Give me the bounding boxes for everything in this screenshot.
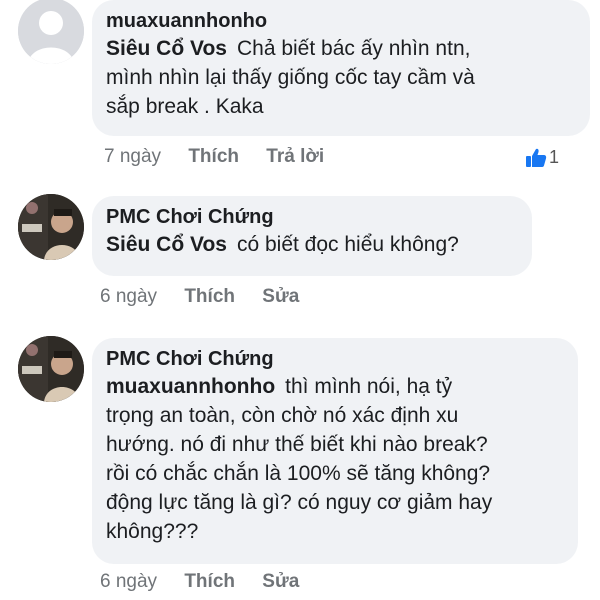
edit-button[interactable]: Sửa — [262, 571, 299, 593]
thumbs-up-icon — [526, 148, 547, 167]
comment-bubble: muaxuannhonho Siêu Cổ Vos Chả biết bác ấy… — [92, 0, 590, 136]
comment-line: mình nhìn lại thấy giống cốc tay cầm và — [106, 66, 475, 89]
mention-link[interactable]: Siêu Cổ Vos — [106, 37, 227, 60]
comment-line: trọng an toàn, còn chờ nó xác định xu — [106, 404, 459, 427]
comment-line: thì mình nói, hạ tỷ — [285, 375, 453, 398]
edit-button[interactable]: Sửa — [262, 286, 299, 308]
reaction-count[interactable]: 1 — [525, 147, 559, 168]
like-button[interactable]: Thích — [184, 286, 235, 308]
mention-link[interactable]: muaxuannhonho — [106, 375, 275, 398]
comment-timestamp: 6 ngày — [100, 571, 158, 592]
avatar[interactable] — [18, 0, 84, 64]
comment-line: có biết đọc hiểu không? — [236, 233, 459, 256]
comment-timestamp: 6 ngày — [100, 286, 158, 307]
avatar[interactable] — [18, 336, 84, 402]
comment-line: Chả biết bác ấy nhìn ntn, — [236, 37, 471, 60]
comment-bubble: PMC Chơi Chứng Siêu Cổ Vos có biết đọc hi… — [92, 196, 532, 276]
reply-button[interactable]: Trả lời — [266, 146, 324, 168]
comment-line: hướng. nó đi như thế biết khi nào break? — [106, 433, 488, 456]
comment-actions: 7 ngày Thích Trả lời — [104, 146, 346, 168]
like-count: 1 — [549, 147, 560, 167]
comment-text: muaxuannhonho thì mình nói, hạ tỷ trọng a… — [106, 372, 564, 546]
mention-link[interactable]: Siêu Cổ Vos — [106, 233, 227, 256]
comment-line: không??? — [106, 520, 199, 543]
comment-line: sắp break . Kaka — [106, 95, 264, 118]
profile-photo-icon — [18, 336, 84, 402]
comment-author[interactable]: muaxuannhonho — [106, 8, 576, 34]
like-button[interactable]: Thích — [188, 146, 239, 168]
comment-timestamp: 7 ngày — [104, 146, 162, 167]
comment-actions: 6 ngày Thích Sửa — [100, 571, 321, 593]
comment-bubble: PMC Chơi Chứng muaxuannhonho thì mình nói… — [92, 338, 578, 564]
comment-line: động lực tăng là gì? có nguy cơ giảm hay — [106, 491, 493, 514]
profile-photo-icon — [18, 194, 84, 260]
comment-actions: 6 ngày Thích Sửa — [100, 286, 321, 308]
comment-line: rồi có chắc chắn là 100% sẽ tăng không? — [106, 462, 491, 485]
comment-author[interactable]: PMC Chơi Chứng — [106, 346, 564, 372]
comment-author[interactable]: PMC Chơi Chứng — [106, 204, 518, 230]
comment-text: Siêu Cổ Vos Chả biết bác ấy nhìn ntn, mìn… — [106, 34, 576, 121]
like-button[interactable]: Thích — [184, 571, 235, 593]
person-silhouette-icon — [18, 0, 84, 64]
avatar[interactable] — [18, 194, 84, 260]
comment-text: Siêu Cổ Vos có biết đọc hiểu không? — [106, 230, 518, 259]
